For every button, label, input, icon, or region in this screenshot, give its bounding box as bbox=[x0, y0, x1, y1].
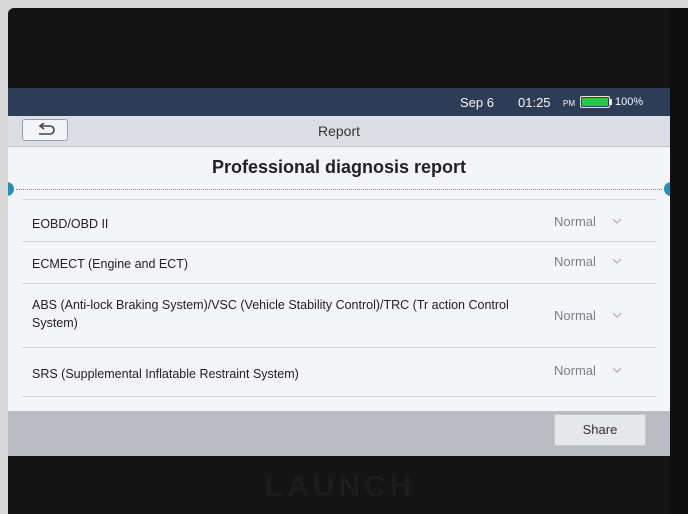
title-bar: Report bbox=[8, 116, 670, 147]
dotted-divider bbox=[16, 189, 662, 190]
chevron-down-icon[interactable] bbox=[612, 366, 622, 374]
row-label: EOBD/OBD II bbox=[32, 217, 109, 231]
left-tab-marker bbox=[8, 182, 14, 196]
screen: Sep 6 01:25 PM 100% Report Professional … bbox=[8, 88, 670, 456]
status-time: 01:25 bbox=[518, 95, 551, 110]
chevron-down-icon[interactable] bbox=[612, 257, 622, 265]
device-logo: LAUNCH bbox=[264, 470, 416, 503]
share-button[interactable]: Share bbox=[554, 414, 646, 446]
battery-tip bbox=[610, 99, 612, 105]
battery-fill bbox=[582, 98, 608, 106]
report-panel: Professional diagnosis report EOBD/OBD I… bbox=[8, 147, 670, 411]
row-label: SRS (Supplemental Inflatable Restraint S… bbox=[32, 367, 299, 381]
report-row[interactable]: EOBD/OBD II Normal bbox=[22, 199, 656, 242]
battery-icon bbox=[580, 96, 610, 108]
status-bar: Sep 6 01:25 PM 100% bbox=[8, 88, 670, 116]
row-status: Normal bbox=[554, 308, 596, 323]
chevron-down-icon[interactable] bbox=[612, 311, 622, 319]
report-row[interactable]: ECMECT (Engine and ECT) Normal bbox=[22, 241, 656, 284]
battery-percentage: 100% bbox=[615, 96, 644, 108]
report-row[interactable]: SRS (Supplemental Inflatable Restraint S… bbox=[22, 347, 656, 397]
status-date: Sep 6 bbox=[460, 95, 494, 110]
status-ampm: PM bbox=[563, 99, 575, 108]
row-status: Normal bbox=[554, 363, 596, 378]
report-title: Professional diagnosis report bbox=[211, 157, 467, 177]
device-edge bbox=[670, 8, 688, 514]
row-label: ECMECT (Engine and ECT) bbox=[32, 257, 189, 271]
page-title: Report bbox=[317, 123, 361, 139]
row-status: Normal bbox=[554, 214, 596, 229]
report-row[interactable]: ABS (Anti-lock Braking System)/VSC (Vehi… bbox=[22, 283, 656, 348]
bottom-bar: Share bbox=[8, 411, 670, 456]
row-status: Normal bbox=[554, 254, 596, 269]
row-label: ABS (Anti-lock Braking System)/VSC (Vehi… bbox=[32, 298, 509, 330]
right-tab-marker bbox=[664, 182, 670, 196]
chevron-down-icon[interactable] bbox=[612, 217, 622, 225]
